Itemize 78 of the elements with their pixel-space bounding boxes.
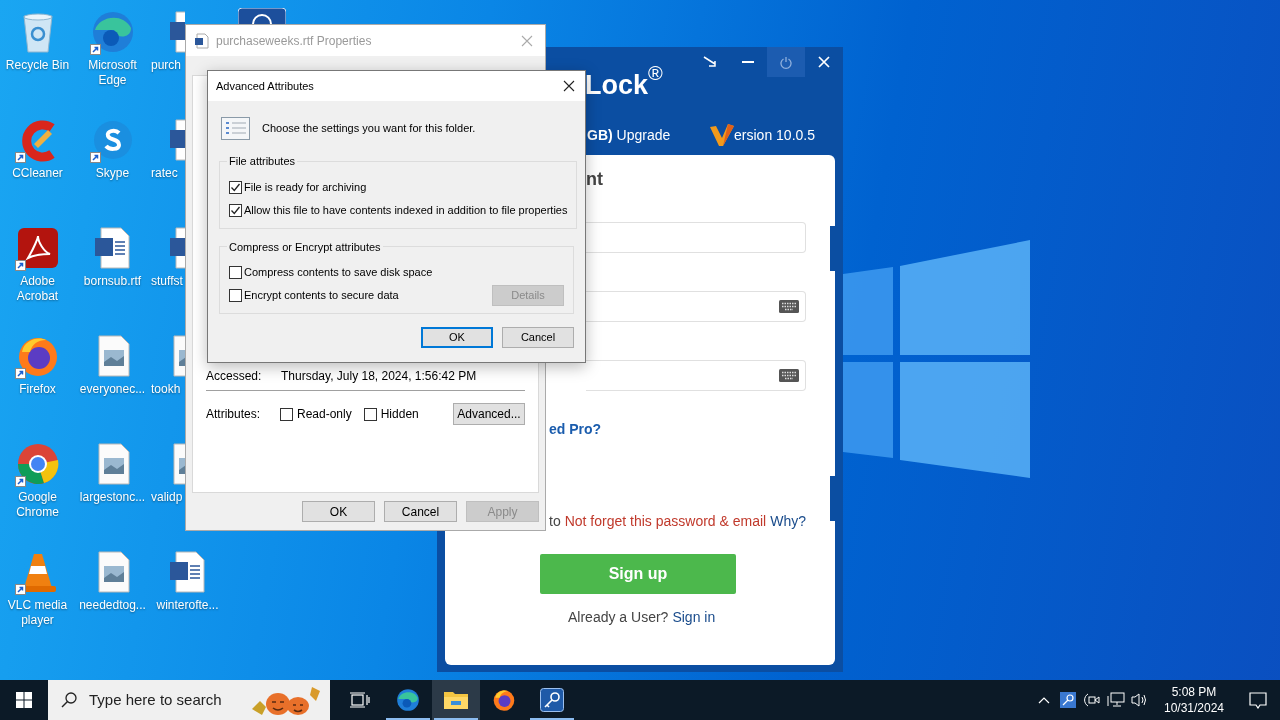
why-link[interactable]: Why? <box>770 511 806 532</box>
warning-text: Not forget this password & email <box>564 512 767 531</box>
taskbar-app-button[interactable] <box>432 680 480 720</box>
version-text: ersion 10.0.5 <box>734 125 815 145</box>
fox-globe-icon <box>491 687 517 713</box>
icon-label: tookh <box>151 382 181 397</box>
advanced-button[interactable]: Advanced... <box>453 403 525 425</box>
arrow-icon <box>703 56 717 68</box>
checkbox[interactable] <box>229 289 242 302</box>
checkbox[interactable] <box>280 407 293 421</box>
field-value: Thursday, July 18, 2024, 1:56:42 PM <box>281 368 477 385</box>
checkbox[interactable] <box>229 203 242 217</box>
checkbox-label[interactable]: Hidden <box>380 405 419 423</box>
description-text: Choose the settings you want for this folder. <box>262 121 476 137</box>
search-field[interactable]: Type here to search <box>48 680 330 720</box>
v-logo-icon <box>710 124 735 146</box>
icon-label: purch <box>151 58 182 73</box>
checkbox[interactable] <box>363 407 377 421</box>
notification-icon <box>1249 691 1267 709</box>
icon-label: validp <box>151 490 183 505</box>
app-shortcut-icon[interactable] <box>238 8 286 24</box>
search-icon <box>61 692 77 708</box>
network-icon <box>1107 692 1125 708</box>
pro-link[interactable]: ed Pro? <box>549 419 602 440</box>
card-heading: nt <box>586 168 603 191</box>
input-field[interactable] <box>586 291 806 322</box>
shortcut-arrow-icon <box>14 260 26 271</box>
field-label: Accessed: <box>206 368 263 385</box>
chevron-up-icon <box>1038 696 1050 704</box>
checkbox-label[interactable]: Compress contents to save disk space <box>244 264 433 281</box>
plan-upgrade-text[interactable]: GB) Upgrade <box>587 124 671 146</box>
group-title: File attributes <box>228 154 297 169</box>
shortcut-arrow-icon <box>14 584 26 595</box>
volume-icon <box>1131 692 1149 708</box>
shortcut-arrow-icon <box>89 152 101 163</box>
minimize-icon <box>742 61 754 63</box>
shortcut-arrow-icon <box>14 368 26 379</box>
folder-icon <box>444 690 468 710</box>
dialog-button[interactable]: OK <box>421 327 493 348</box>
key-icon <box>540 688 564 712</box>
app-title: Lock® <box>585 61 663 101</box>
dialog-button[interactable]: Cancel <box>384 501 457 522</box>
search-placeholder: Type here to search <box>89 689 222 710</box>
input-field[interactable] <box>586 360 806 391</box>
task-view-icon <box>350 692 370 708</box>
shortcut-arrow-icon <box>14 152 26 163</box>
shortcut-arrow-icon <box>89 44 101 55</box>
field-label: Attributes: <box>206 406 262 423</box>
window-title: purchaseweeks.rtf Properties <box>216 32 372 50</box>
dialog-title: Advanced Attributes <box>216 78 314 94</box>
group-title: Compress or Encrypt attributes <box>228 239 382 255</box>
notice-text: to <box>549 512 561 531</box>
camera-icon <box>1084 692 1100 708</box>
close-icon <box>818 56 830 68</box>
keyboard-icon[interactable] <box>779 300 799 313</box>
checkbox[interactable] <box>229 180 242 194</box>
document-icon <box>194 32 210 49</box>
checkbox-label[interactable]: Encrypt contents to secure data <box>244 287 399 304</box>
checkbox-label[interactable]: Read-only <box>297 405 352 423</box>
windows-logo-icon <box>16 692 32 708</box>
icon-label: ratec <box>151 166 178 181</box>
checkbox-label[interactable]: Allow this file to have contents indexed in addition to file properties <box>244 201 568 219</box>
checklist-icon <box>221 117 250 140</box>
icon-label: stuffst <box>151 274 183 289</box>
checkbox-label[interactable]: File is ready for archiving <box>244 178 367 196</box>
checkbox[interactable] <box>229 266 242 279</box>
sign-in-link[interactable]: Sign in <box>672 607 716 628</box>
dialog-button[interactable]: Cancel <box>502 327 574 348</box>
edge-icon <box>395 687 421 713</box>
sign-in-prompt: Already a User? <box>568 608 669 627</box>
input-field[interactable] <box>586 222 806 253</box>
keyboard-icon[interactable] <box>779 369 799 382</box>
clock-time[interactable]: 5:08 PM <box>1171 684 1217 700</box>
clock-date[interactable]: 10/31/2024 <box>1163 700 1225 716</box>
key-icon <box>1060 692 1076 708</box>
power-icon <box>780 55 792 69</box>
shortcut-arrow-icon <box>14 476 26 487</box>
dialog-button[interactable]: OK <box>302 501 375 522</box>
